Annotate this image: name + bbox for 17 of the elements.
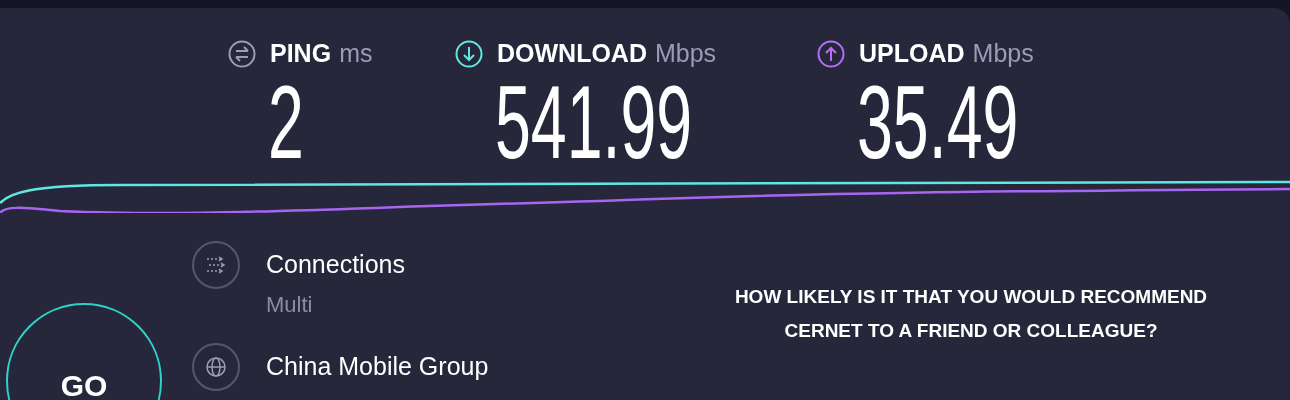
globe-icon — [192, 343, 240, 391]
metric-value: 541.99 — [495, 66, 693, 177]
metric-value: 2 — [268, 66, 304, 177]
metric-value: 35.49 — [857, 66, 1019, 177]
metric-label: PING — [270, 38, 332, 69]
metric-unit: Mbps — [655, 38, 717, 69]
go-button[interactable]: GO — [6, 303, 162, 400]
metric-label: DOWNLOAD — [497, 38, 647, 69]
detail-title: China Mobile Group — [266, 351, 489, 381]
detail-title: Connections — [266, 249, 405, 279]
metric-unit: ms — [339, 38, 373, 69]
detail-value: Multi — [266, 291, 314, 319]
dotted-arrows-icon — [192, 241, 240, 289]
metric-label: UPLOAD — [859, 38, 965, 69]
metric-unit: Mbps — [972, 38, 1034, 69]
exchange-arrows-icon — [228, 39, 256, 68]
survey-question: HOW LIKELY IS IT THAT YOU WOULD RECOMMEND CERNET TO A FRIEND OR COLLEAGUE? — [733, 285, 1209, 343]
